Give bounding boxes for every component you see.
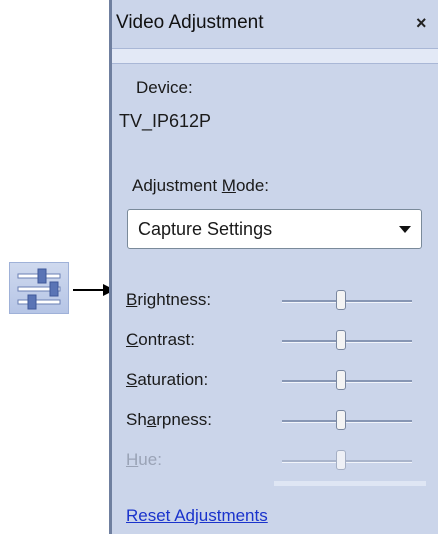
contrast-label: Contrast: [126,330,195,350]
slider-thumb [335,450,346,470]
reset-adjustments-link[interactable]: Reset Adjustments [126,506,268,526]
saturation-key: S [126,370,138,389]
hue-key: H [126,450,139,469]
slider-thumb[interactable] [335,370,346,390]
saturation-rest: aturation: [137,370,209,389]
adjustment-mode-label: Adjustment Mode: [132,176,269,196]
dropdown-value: Capture Settings [138,219,273,239]
brightness-key: B [126,290,138,309]
hue-slider-shadow [274,481,426,486]
close-icon[interactable]: × [416,13,427,34]
hue-slider [282,450,412,472]
device-label: Device: [136,78,193,97]
sharpness-pre: Sh [126,410,147,429]
sharpness-label: Sharpness: [126,410,212,430]
slider-thumb[interactable] [335,410,346,430]
slider-track [282,300,412,303]
saturation-slider[interactable] [282,370,412,392]
slider-track [282,420,412,423]
device-value: TV_IP612P [119,111,212,131]
chevron-down-icon[interactable] [399,226,411,233]
sharpness-slider[interactable] [282,410,412,432]
slider-track [282,340,412,343]
contrast-slider[interactable] [282,330,412,352]
mode-label-pre: Adjustment [132,176,222,195]
slider-thumb[interactable] [335,330,346,350]
slider-track [282,460,412,463]
sliders-tool-icon [9,262,69,314]
panel-header-divider [112,48,438,64]
mode-label-key: M [221,176,236,195]
slider-thumb[interactable] [335,290,346,310]
sharpness-rest: rpness: [156,410,213,429]
hue-label: Hue: [126,450,162,470]
hue-rest: ue: [138,450,162,469]
mode-label-post: ode: [235,176,270,195]
brightness-rest: rightness: [137,290,212,309]
sharpness-key: a [146,410,157,429]
brightness-slider[interactable] [282,290,412,312]
slider-track [282,380,412,383]
contrast-rest: ontrast: [138,330,195,349]
contrast-key: C [126,330,139,349]
saturation-label: Saturation: [126,370,208,390]
video-adjustment-panel: Video Adjustment × Device: TV_IP612P Adj… [109,0,438,534]
brightness-label: Brightness: [126,290,211,310]
panel-title: Video Adjustment [116,12,264,33]
adjustment-mode-dropdown[interactable]: Capture Settings [127,209,422,249]
